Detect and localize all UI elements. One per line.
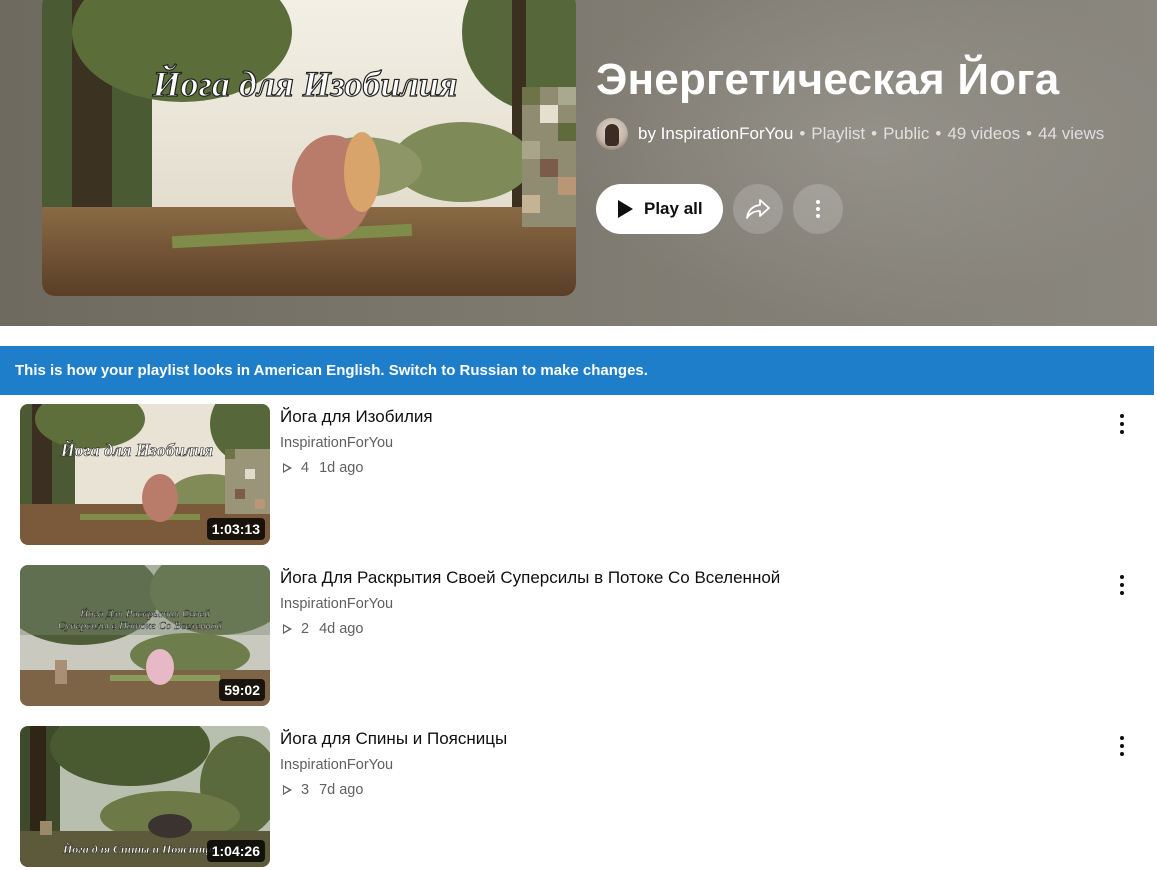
video-thumbnail[interactable]: Йога для Спины и Поясницы 1:04:26 [20,726,270,867]
video-channel[interactable]: InspirationForYou [280,757,393,773]
thumbnail-overlay-text-line-1: Йога Для Раскрытия Своей [79,608,210,620]
views-play-icon [283,624,292,634]
playlist-views: 44 views [1038,124,1105,143]
video-channel[interactable]: InspirationForYou [280,435,393,451]
playlist-video-count: 49 videos [947,124,1021,143]
video-menu-button[interactable] [1110,410,1134,438]
video-thumbnail[interactable]: Йога для Изобилия 1:03:13 [20,404,270,545]
meta-separator: • [1026,124,1033,143]
play-all-label: Play all [644,199,703,218]
views-play-icon [283,463,292,473]
playlist-type: Playlist [811,124,866,143]
playlist-video-item[interactable]: Йога для Изобилия 1:03:13 Йога для Изоби… [0,404,1157,546]
video-age: 7d ago [319,782,364,798]
thumbnail-overlay-text-line-2: Суперсилы в Потоке Со Вселенной [58,620,222,632]
share-button[interactable] [732,184,783,234]
meta-separator: • [935,124,942,143]
video-views: 2 [301,621,310,637]
video-stats: 2 4d ago [280,621,363,637]
video-age: 4d ago [319,621,364,637]
more-vert-icon [815,198,820,220]
more-vert-icon [1120,573,1124,597]
playlist-hero-thumbnail[interactable]: Йога для Изобилия [42,0,576,296]
playlist-video-item[interactable]: Йога Для Раскрытия Своей Суперсилы в Пот… [0,565,1157,707]
video-thumbnail[interactable]: Йога Для Раскрытия Своей Суперсилы в Пот… [20,565,270,706]
language-info-banner: This is how your playlist looks in Ameri… [0,346,1154,395]
video-title[interactable]: Йога Для Раскрытия Своей Суперсилы в Пот… [280,568,780,588]
meta-separator: • [799,124,806,143]
play-all-button[interactable]: Play all [596,184,723,234]
hero-thumbnail-text: Йога для Изобилия [152,63,458,104]
playlist-visibility: Public [883,124,930,143]
duration-badge: 59:02 [219,679,265,701]
playlist-title: Энергетическая Йога [596,55,1060,104]
meta-separator: • [871,124,878,143]
header-glow [560,0,1157,320]
more-actions-button[interactable] [792,184,843,234]
more-vert-icon [1120,412,1124,436]
duration-badge: 1:03:13 [206,518,265,540]
play-icon [618,200,633,218]
owner-avatar[interactable] [596,118,628,150]
video-views: 3 [301,782,310,798]
hero-thumbnail-image: Йога для Изобилия [42,0,576,296]
thumbnail-overlay-text: Йога для Изобилия [60,438,213,460]
video-stats: 4 1d ago [280,460,363,476]
video-channel[interactable]: InspirationForYou [280,596,393,612]
video-menu-button[interactable] [1110,732,1134,760]
video-title[interactable]: Йога для Изобилия [280,407,433,427]
playlist-meta: by InspirationForYou • Playlist • Public… [596,118,1104,150]
video-views: 4 [301,460,310,476]
video-title[interactable]: Йога для Спины и Поясницы [280,729,507,749]
playlist-actions: Play all [596,184,843,234]
video-stats: 3 7d ago [280,782,363,798]
views-play-icon [283,785,292,795]
video-age: 1d ago [319,460,364,476]
owner-link[interactable]: by InspirationForYou [638,124,793,144]
playlist-video-item[interactable]: Йога для Спины и Поясницы 1:04:26 Йога д… [0,726,1157,868]
playlist-header: Йога для Изобилия Энергетическая Йога by… [0,0,1157,326]
thumbnail-overlay-text: Йога для Спины и Поясницы [62,841,217,856]
duration-badge: 1:04:26 [206,840,265,862]
share-icon [745,199,770,219]
more-vert-icon [1120,734,1124,758]
video-menu-button[interactable] [1110,571,1134,599]
